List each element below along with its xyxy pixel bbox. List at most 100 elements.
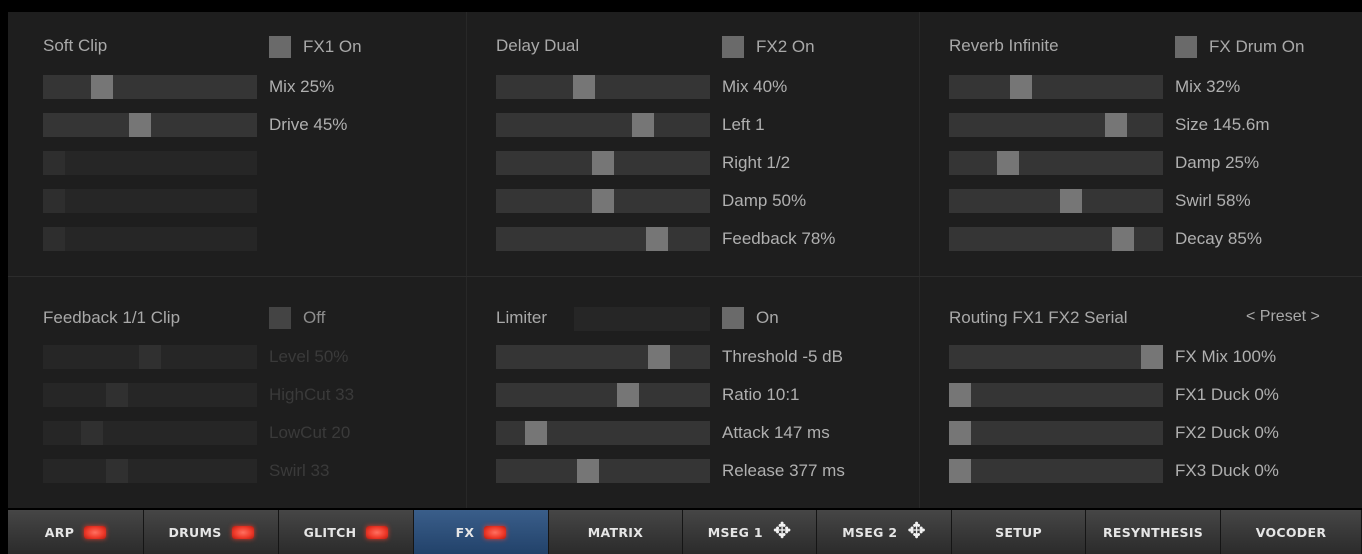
slider-track[interactable] bbox=[43, 113, 257, 137]
fx-drum-param-size: Size 145.6m bbox=[949, 113, 1349, 137]
slider-handle[interactable] bbox=[81, 421, 103, 445]
slider-label: Left 1 bbox=[722, 115, 765, 134]
fx1-empty-slot bbox=[43, 227, 257, 251]
led-indicator-icon bbox=[231, 525, 254, 539]
fx-drum-checkbox[interactable] bbox=[1175, 36, 1197, 58]
limiter-section: Limiter On Threshold -5 dB Ratio 10:1 Atta… bbox=[496, 307, 906, 497]
slider-track[interactable] bbox=[949, 151, 1163, 175]
slider-handle[interactable] bbox=[139, 345, 161, 369]
slider-track[interactable] bbox=[496, 113, 710, 137]
slider-handle[interactable] bbox=[1010, 75, 1032, 99]
slider-track[interactable] bbox=[949, 459, 1163, 483]
slider-track[interactable] bbox=[949, 345, 1163, 369]
slider-handle[interactable] bbox=[577, 459, 599, 483]
slider-handle[interactable] bbox=[1141, 345, 1163, 369]
slider-track[interactable] bbox=[43, 345, 257, 369]
slider-track[interactable] bbox=[496, 421, 710, 445]
slider-track[interactable] bbox=[949, 421, 1163, 445]
tab-glitch[interactable]: GLITCH bbox=[278, 510, 414, 554]
slider-handle[interactable] bbox=[648, 345, 670, 369]
slider-handle[interactable] bbox=[91, 75, 113, 99]
slider-track[interactable] bbox=[43, 75, 257, 99]
tab-matrix[interactable]: MATRIX bbox=[548, 510, 683, 554]
slider-track[interactable] bbox=[949, 189, 1163, 213]
fx1-checkbox[interactable] bbox=[269, 36, 291, 58]
slider-label: Damp 50% bbox=[722, 191, 807, 210]
slider-handle[interactable] bbox=[949, 383, 971, 407]
slider-label: Decay 85% bbox=[1175, 229, 1262, 248]
slider-track[interactable] bbox=[949, 75, 1163, 99]
empty-slider-handle bbox=[43, 227, 65, 251]
move-arrows-icon[interactable]: ✥ bbox=[773, 521, 791, 543]
tab-resynthesis[interactable]: RESYNTHESIS bbox=[1086, 510, 1222, 554]
column-divider bbox=[466, 12, 467, 508]
tab-drums[interactable]: DRUMS bbox=[143, 510, 279, 554]
slider-handle[interactable] bbox=[1112, 227, 1134, 251]
slider-track[interactable] bbox=[496, 345, 710, 369]
slider-handle[interactable] bbox=[617, 383, 639, 407]
fx2-checkbox[interactable] bbox=[722, 36, 744, 58]
tab-setup[interactable]: SETUP bbox=[952, 510, 1087, 554]
slider-label: Mix 40% bbox=[722, 77, 788, 96]
limiter-param-attack: Attack 147 ms bbox=[496, 421, 896, 445]
slider-label: Mix 25% bbox=[269, 77, 335, 96]
slider-handle[interactable] bbox=[997, 151, 1019, 175]
slider-track[interactable] bbox=[496, 383, 710, 407]
slider-handle[interactable] bbox=[949, 421, 971, 445]
tab-label: DRUMS bbox=[168, 524, 222, 540]
feedback-checkbox[interactable] bbox=[269, 307, 291, 329]
limiter-header-bar bbox=[574, 307, 710, 331]
slider-handle[interactable] bbox=[1060, 189, 1082, 213]
slider-handle[interactable] bbox=[949, 459, 971, 483]
slider-label: FX2 Duck 0% bbox=[1175, 423, 1279, 442]
slider-handle[interactable] bbox=[106, 459, 128, 483]
slider-track[interactable] bbox=[43, 459, 257, 483]
limiter-checkbox[interactable] bbox=[722, 307, 744, 329]
slider-track[interactable] bbox=[43, 421, 257, 445]
slider-handle[interactable] bbox=[129, 113, 151, 137]
fx-drum-param-mix: Mix 32% bbox=[949, 75, 1349, 99]
slider-label: Right 1/2 bbox=[722, 153, 791, 172]
slider-handle[interactable] bbox=[592, 151, 614, 175]
slider-label: LowCut 20 bbox=[269, 423, 351, 442]
routing-param-fx3: FX3 Duck 0% bbox=[949, 459, 1349, 483]
tab-label: MSEG 1 bbox=[707, 524, 763, 540]
tab-mseg-2[interactable]: MSEG 2 ✥ bbox=[817, 510, 953, 554]
slider-track[interactable] bbox=[949, 227, 1163, 251]
slider-track[interactable] bbox=[949, 383, 1163, 407]
fx1-param-drive: Drive 45% bbox=[43, 113, 443, 137]
routing-title: Routing FX1 FX2 Serial bbox=[949, 308, 1128, 327]
slider-label: Attack 147 ms bbox=[722, 423, 830, 442]
tab-arp[interactable]: ARP bbox=[8, 510, 144, 554]
slider-track[interactable] bbox=[949, 113, 1163, 137]
tab-label: MSEG 2 bbox=[842, 524, 898, 540]
slider-handle[interactable] bbox=[525, 421, 547, 445]
preset-selector[interactable]: < Preset > bbox=[1246, 308, 1320, 326]
slider-handle[interactable] bbox=[1105, 113, 1127, 137]
slider-track[interactable] bbox=[496, 151, 710, 175]
empty-slider-track bbox=[43, 189, 257, 213]
slider-track[interactable] bbox=[43, 383, 257, 407]
slider-handle[interactable] bbox=[106, 383, 128, 407]
tab-vocoder[interactable]: VOCODER bbox=[1221, 510, 1362, 554]
slider-handle[interactable] bbox=[592, 189, 614, 213]
slider-label: FX3 Duck 0% bbox=[1175, 461, 1279, 480]
slider-track[interactable] bbox=[496, 227, 710, 251]
tab-mseg-1[interactable]: MSEG 1 ✥ bbox=[683, 510, 818, 554]
slider-track[interactable] bbox=[496, 189, 710, 213]
slider-handle[interactable] bbox=[646, 227, 668, 251]
fx-drum-section: Reverb Infinite FX Drum On Mix 32% Size 1… bbox=[949, 36, 1359, 266]
fx2-section: Delay Dual FX2 On Mix 40% Left 1 Right 1/2… bbox=[496, 36, 906, 266]
slider-label: HighCut 33 bbox=[269, 385, 355, 404]
slider-track[interactable] bbox=[496, 75, 710, 99]
slider-handle[interactable] bbox=[632, 113, 654, 137]
fx1-param-mix: Mix 25% bbox=[43, 75, 443, 99]
tab-label: RESYNTHESIS bbox=[1102, 524, 1204, 540]
row-divider bbox=[8, 276, 1362, 277]
slider-label: Level 50% bbox=[269, 347, 349, 366]
tab-fx[interactable]: FX bbox=[413, 510, 549, 554]
fx2-param-mix: Mix 40% bbox=[496, 75, 896, 99]
slider-handle[interactable] bbox=[573, 75, 595, 99]
move-arrows-icon[interactable]: ✥ bbox=[907, 521, 925, 543]
slider-track[interactable] bbox=[496, 459, 710, 483]
